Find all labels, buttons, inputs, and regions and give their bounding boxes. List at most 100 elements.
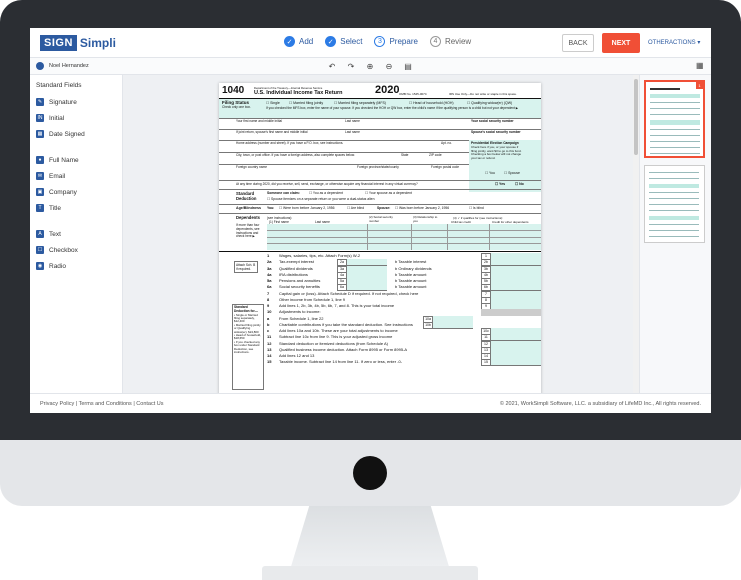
step-number: 3 [374, 36, 386, 47]
filing-option-mfs[interactable]: ☐ Married filing separately (MFS) [334, 101, 386, 105]
pec-you-label: You [489, 171, 495, 175]
next-button[interactable]: NEXT [602, 33, 640, 53]
are-blind-label: Are blind [350, 206, 365, 210]
shaded-cell [481, 309, 541, 317]
line-label: Charitable contributions if you take the… [279, 321, 413, 327]
back-button[interactable]: BACK [562, 34, 594, 52]
form-number: 1040 [222, 85, 245, 96]
form-1040-page[interactable]: 1040 Department of the Treasury—Internal… [219, 83, 541, 393]
line-mid-label: b Taxable interest [395, 259, 427, 265]
std-deduction-box: Standard Deduction for— • Single or Marr… [232, 304, 264, 390]
initial-icon: IN [36, 114, 44, 122]
footer-copyright: © 2021, WorkSimpli Software, LLC. a subs… [499, 401, 701, 407]
line-number: 2a [267, 259, 272, 265]
document-canvas[interactable]: 1040 Department of the Treasury—Internal… [123, 75, 633, 393]
line-mid-label: b Ordinary dividends [395, 265, 432, 271]
field-label: Initial [49, 114, 65, 122]
field-label: Title [49, 204, 62, 212]
filing-option-hoh[interactable]: ☐ Head of household (HOH) [409, 101, 454, 105]
line-label: Qualified dividends [279, 265, 313, 271]
person-icon: ● [36, 156, 44, 164]
rule [219, 213, 541, 214]
field-checkbox[interactable]: ☐ Checkbox [36, 246, 78, 254]
field-full-name[interactable]: ● Full Name [36, 156, 79, 164]
field-label: Date Signed [49, 130, 85, 138]
field-text[interactable]: A Text [36, 230, 61, 238]
field-signature[interactable]: ✎ Signature [36, 98, 77, 106]
pec-spouse-checkbox[interactable]: ☐ Spouse [504, 171, 520, 175]
spouse-colon: Spouse: [377, 206, 391, 210]
other-actions-menu[interactable]: OTHERACTIONS ▾ [648, 39, 700, 46]
line-label: Qualified business income deduction. Att… [279, 346, 408, 352]
step-select[interactable]: ✓ Select [325, 36, 362, 47]
signer-selector[interactable]: Noel Hernandez [36, 62, 89, 70]
virtual-currency-question: At any time during 2020, did you receive… [236, 182, 418, 186]
spouse-name-label: If joint return, spouse's first name and… [236, 130, 308, 134]
field-date-signed[interactable]: ▦ Date Signed [36, 130, 85, 138]
line-label: Other income from Schedule 1, line 9 [279, 296, 346, 302]
spouse-blind-checkbox[interactable]: ☐ Is blind [469, 206, 484, 210]
line-amount-field[interactable] [491, 359, 541, 367]
you-dependent-checkbox[interactable]: ☐ You as a dependent [309, 191, 343, 195]
line-label: IRA distributions [279, 271, 308, 277]
field-email[interactable]: ✉ Email [36, 172, 65, 180]
zoom-in-icon[interactable]: ⊕ [364, 60, 376, 72]
line-label: Wages, salaries, tips, etc. Attach Form(… [279, 253, 361, 258]
filing-option-single[interactable]: ☐ Single [266, 101, 280, 105]
filing-option-mfj[interactable]: ☐ Married filing jointly [289, 101, 323, 105]
spouse-ssn-label: Spouse's social security number [471, 130, 521, 134]
field-company[interactable]: ▣ Company [36, 188, 77, 196]
field-title[interactable]: T Title [36, 204, 61, 212]
you-colon: You: [267, 206, 275, 210]
footer-links[interactable]: Privacy Policy | Terms and Conditions | … [40, 401, 164, 407]
sidebar-title: Standard Fields [36, 82, 82, 89]
footer: Privacy Policy | Terms and Conditions | … [30, 393, 711, 413]
step-add[interactable]: ✓ Add [284, 36, 313, 47]
line-number: b [267, 321, 270, 327]
filing-option-qw[interactable]: ☐ Qualifying widow(er) (QW) [467, 101, 512, 105]
thumbnail-page-2[interactable] [644, 165, 705, 243]
field-label: Radio [49, 262, 66, 270]
redo-icon[interactable]: ↷ [345, 60, 357, 72]
undo-icon[interactable]: ↶ [326, 60, 338, 72]
form-irs-use: IRS Use Only—Do not write or staple in t… [449, 92, 517, 96]
line-label: Pensions and annuities [279, 278, 321, 283]
postal-label: Foreign postal code [431, 165, 459, 169]
you-blind-checkbox[interactable]: ☐ Are blind [347, 206, 364, 210]
field-radio[interactable]: ◉ Radio [36, 262, 66, 270]
pec-you-checkbox[interactable]: ☐ You [485, 171, 495, 175]
signer-name: Noel Hernandez [49, 63, 89, 69]
grid-view-icon[interactable]: ▦ [696, 61, 706, 71]
filing-option-label: Head of household (HOH) [413, 101, 454, 105]
virtual-yes-checkbox[interactable]: ☐ Yes [495, 182, 505, 186]
line-number: 14 [267, 353, 272, 358]
filing-option-label: Married filing jointly [293, 101, 324, 105]
dep-col-ssn: (2) Social security number [369, 215, 393, 223]
filing-option-label: Single [270, 101, 280, 105]
spouse-itemizes-checkbox[interactable]: ☐ Spouse itemizes on a separate return o… [267, 197, 374, 201]
dependents-table[interactable] [267, 224, 541, 250]
spouse-dependent-checkbox[interactable]: ☐ Your spouse as a dependent [365, 191, 412, 195]
state-label: State [401, 153, 409, 157]
filing-status-sub: Check only one box. [222, 105, 251, 109]
zoom-out-icon[interactable]: ⊖ [383, 60, 395, 72]
step-review[interactable]: 4 Review [429, 36, 471, 47]
document-icon[interactable]: ▤ [402, 60, 414, 72]
dep-col-relationship: (3) Relationship to you [413, 215, 438, 223]
field-initial[interactable]: IN Initial [36, 114, 64, 122]
you-born-before-checkbox[interactable]: ☐ Were born before January 2, 1956 [279, 206, 335, 210]
thumbnail-page-1[interactable]: 1 [644, 80, 705, 158]
document-toolbar: Noel Hernandez ↶ ↷ ⊕ ⊖ ▤ ▦ [30, 58, 711, 75]
step-prepare[interactable]: 3 Prepare [374, 36, 418, 47]
scrollbar-thumb[interactable] [634, 79, 638, 155]
field-label: Text [49, 230, 61, 238]
form-year: 2020 [375, 84, 400, 96]
sub-amount-field[interactable] [433, 321, 473, 329]
progress-steps: ✓ Add ✓ Select 3 Prepare 4 Review [284, 36, 471, 47]
virtual-no-checkbox[interactable]: ☐ No [515, 182, 524, 186]
spouse-born-checkbox[interactable]: ☐ Was born before January 2, 1956 [395, 206, 449, 210]
attach-note: Attach Sch. B if required. [234, 261, 258, 273]
line-number: 13 [267, 346, 272, 352]
mfs-note: If you checked the MFS box, enter the na… [266, 106, 519, 110]
signsimpli-logo[interactable]: SIGN Simpli [40, 35, 116, 51]
